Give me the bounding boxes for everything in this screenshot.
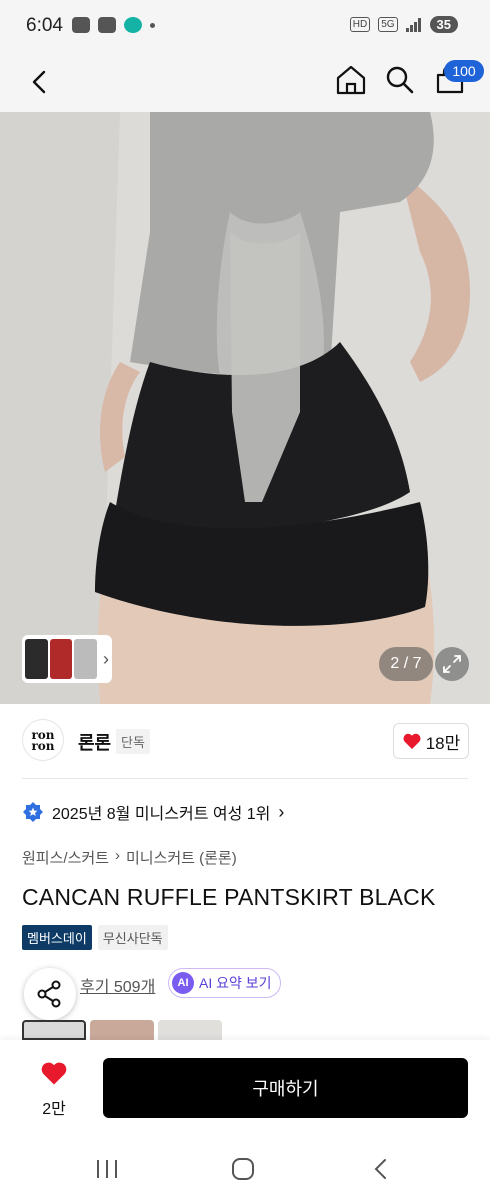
product-image-gallery[interactable]: › 2 / 7 xyxy=(0,112,490,704)
home-nav-icon[interactable] xyxy=(228,1156,258,1182)
bottom-action-bar: 2만 구매하기 xyxy=(0,1040,490,1136)
brand-row: ron ron 론론 단독 18만 xyxy=(0,714,490,776)
breadcrumb-category[interactable]: 원피스/스커트 xyxy=(22,847,109,868)
members-day-tag: 멤버스데이 xyxy=(22,925,92,950)
breadcrumb-subcategory[interactable]: 미니스커트 (론론) xyxy=(126,847,237,868)
divider xyxy=(22,778,468,779)
back-button[interactable] xyxy=(22,64,58,100)
thumbnail-image[interactable] xyxy=(25,639,48,679)
back-nav-icon[interactable] xyxy=(366,1156,396,1182)
gallery-thumbnail-strip[interactable]: › xyxy=(22,635,112,683)
product-photo xyxy=(0,112,490,704)
hd-icon: HD xyxy=(349,17,371,32)
chevron-right-icon: › xyxy=(114,847,120,864)
app-header: 100 xyxy=(0,52,490,112)
thumbnail-image[interactable] xyxy=(74,639,98,679)
ranking-link[interactable]: 2025년 8월 미니스커트 여성 1위 › xyxy=(22,800,284,824)
rank-badge-icon xyxy=(23,802,43,822)
product-title: CANCAN RUFFLE PANTSKIRT BLACK xyxy=(22,884,436,910)
chevron-right-icon: › xyxy=(103,648,110,669)
ai-summary-label: AI 요약 보기 xyxy=(199,975,272,991)
buy-button[interactable]: 구매하기 xyxy=(103,1058,468,1118)
page-indicator: 2 / 7 xyxy=(379,647,433,681)
review-thumbnails xyxy=(22,1020,222,1040)
exclusive-badge: 단독 xyxy=(116,729,150,754)
ai-summary-button[interactable]: AI AI 요약 보기 xyxy=(168,968,281,998)
recent-apps-icon[interactable] xyxy=(92,1156,122,1182)
status-time: 6:04 xyxy=(26,15,63,36)
system-status: HD 5G 35 xyxy=(349,16,458,33)
cart-count-badge: 100 xyxy=(444,60,484,82)
product-tags: 멤버스데이 무신사단독 xyxy=(22,925,168,950)
signal-icon xyxy=(405,17,422,32)
review-count-link[interactable]: 후기 509개 xyxy=(80,973,155,997)
battery-icon: 35 xyxy=(429,16,458,33)
screenshot-icon xyxy=(98,17,116,33)
app-notification-icon xyxy=(124,17,142,33)
brand-like-button[interactable]: 18만 xyxy=(393,723,469,759)
heart-icon xyxy=(41,1062,67,1085)
wishlist-count: 2만 xyxy=(42,1101,66,1118)
share-button[interactable] xyxy=(24,968,76,1020)
breadcrumb: 원피스/스커트 › 미니스커트 (론론) xyxy=(22,847,237,868)
talk-icon xyxy=(72,17,90,33)
review-thumbnail[interactable] xyxy=(22,1020,86,1040)
ranking-text: 2025년 8월 미니스커트 여성 1위 xyxy=(52,806,271,823)
status-bar: 6:04 HD 5G 35 xyxy=(0,0,490,52)
brand-name[interactable]: 론론 xyxy=(78,729,111,755)
review-row: 후기 509개 AI AI 요약 보기 xyxy=(22,968,468,1020)
review-thumbnail[interactable] xyxy=(158,1020,222,1040)
brand-like-count: 18만 xyxy=(425,733,461,753)
network-icon: 5G xyxy=(378,17,398,32)
notification-icons xyxy=(72,17,155,33)
wishlist-button[interactable]: 2만 xyxy=(30,1060,78,1119)
ai-icon: AI xyxy=(172,972,194,994)
brand-logo[interactable]: ron ron xyxy=(22,719,64,761)
more-notifications-icon xyxy=(150,22,155,28)
exclusive-tag: 무신사단독 xyxy=(97,925,168,950)
heart-icon xyxy=(403,733,421,749)
home-icon[interactable] xyxy=(333,62,369,98)
expand-icon[interactable] xyxy=(435,647,469,681)
system-nav-bar xyxy=(0,1136,490,1200)
thumbnail-image[interactable] xyxy=(49,639,73,679)
review-thumbnail[interactable] xyxy=(90,1020,154,1040)
chevron-right-icon: › xyxy=(278,801,285,822)
search-icon[interactable] xyxy=(382,62,418,98)
